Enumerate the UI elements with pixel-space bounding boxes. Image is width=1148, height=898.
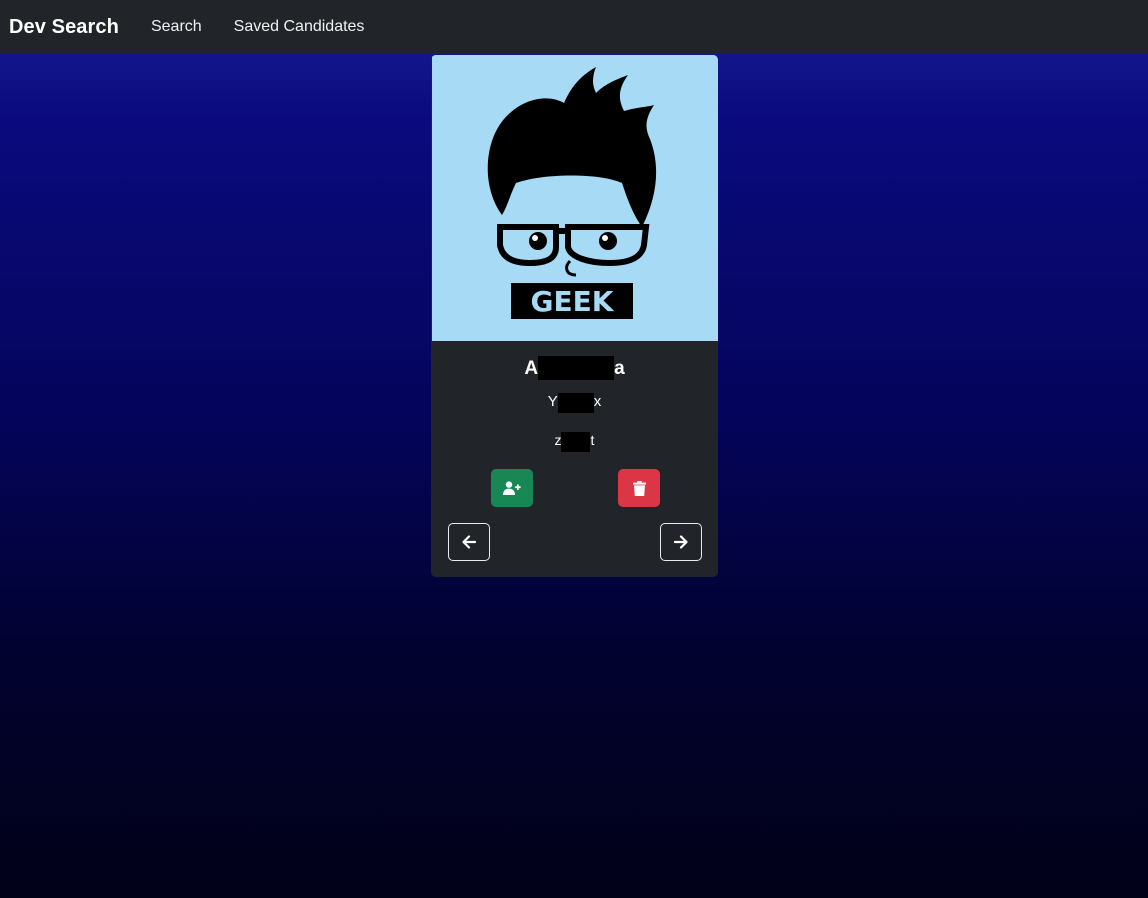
previous-candidate-button[interactable] xyxy=(448,523,490,561)
login-redaction xyxy=(558,393,594,413)
brand-link[interactable]: Dev Search xyxy=(9,16,119,39)
user-plus-icon xyxy=(503,481,521,495)
candidate-card: GEEK Aa Yx zt xyxy=(431,55,718,577)
login-start: Y xyxy=(547,393,558,410)
navbar: Dev Search Search Saved Candidates xyxy=(0,0,1148,54)
avatar-geek-text: GEEK xyxy=(531,285,615,318)
candidate-avatar: GEEK xyxy=(432,55,718,341)
login-end: x xyxy=(593,393,602,410)
trash-icon xyxy=(632,480,646,496)
next-candidate-button[interactable] xyxy=(660,523,702,561)
arrow-right-icon xyxy=(674,535,688,549)
nav-link-search[interactable]: Search xyxy=(151,18,202,36)
company-end: t xyxy=(590,432,595,448)
name-start: A xyxy=(524,358,539,379)
delete-candidate-button[interactable] xyxy=(618,469,660,507)
company-redaction xyxy=(561,432,590,452)
nav-link-saved-candidates[interactable]: Saved Candidates xyxy=(234,18,365,36)
arrow-left-icon xyxy=(462,535,476,549)
save-candidate-button[interactable] xyxy=(491,469,533,507)
name-end: a xyxy=(614,358,625,379)
name-redaction xyxy=(538,356,614,380)
